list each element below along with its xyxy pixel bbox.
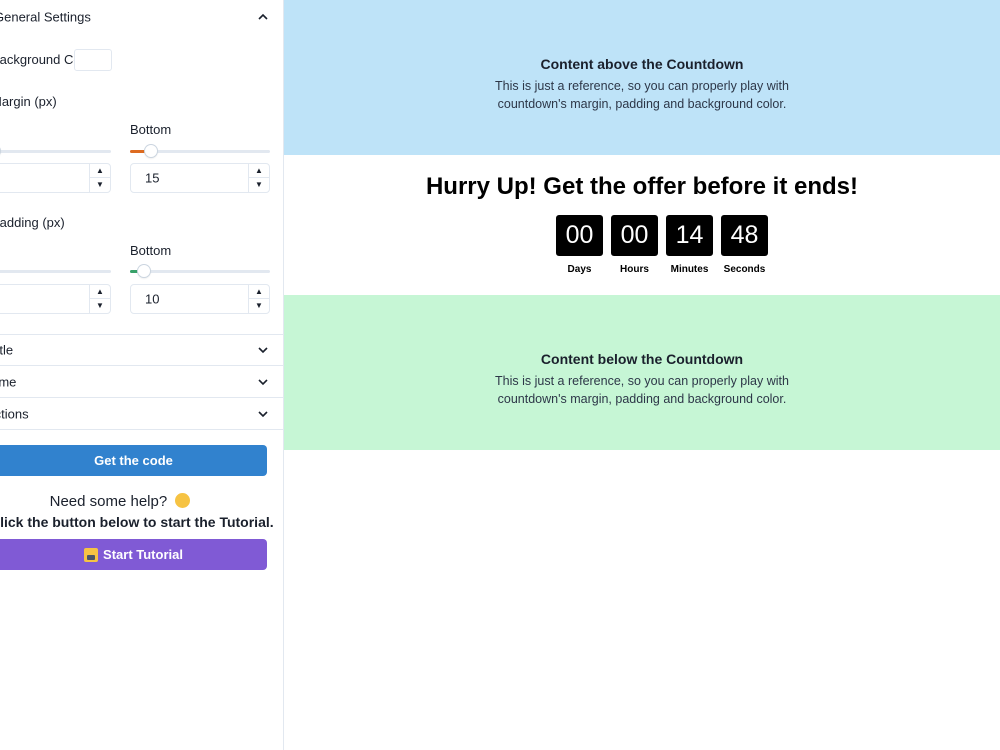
decrement-icon[interactable]: ▼ [90,299,110,313]
start-tutorial-button[interactable]: Start Tutorial [0,539,267,570]
teacher-icon [84,547,99,562]
accordion-general-settings-label: General Settings [0,9,91,25]
padding-top-input[interactable]: ▲ ▼ [0,284,111,314]
margin-bottom-slider[interactable] [130,145,270,157]
padding-bottom-stepper[interactable]: ▲ ▼ [248,285,269,313]
start-tutorial-button-label: Start Tutorial [103,547,183,562]
help-subtitle: Click the button below to start the Tuto… [0,514,274,530]
padding-bottom-label: Bottom [130,243,172,258]
accordion-time-label: Time [0,374,17,389]
increment-icon[interactable]: ▲ [90,285,110,299]
chevron-up-icon [258,13,268,20]
countdown-minutes: 14 Minutes [666,215,713,275]
countdown-minutes-label: Minutes [670,264,709,275]
accordion-general-settings[interactable]: General Settings [0,0,283,34]
margin-top-input[interactable]: ▲ ▼ [0,163,111,193]
padding-label: Padding (px) [0,215,65,230]
padding-top-stepper[interactable]: ▲ ▼ [89,285,110,313]
accordion-title[interactable]: Title [0,334,283,366]
countdown-headline: Hurry Up! Get the offer before it ends! [425,173,859,200]
countdown-seconds-value: 48 [721,215,768,256]
padding-bottom-slider[interactable] [130,265,270,277]
chevron-down-icon [258,410,268,417]
accordion-actions[interactable]: Actions [0,398,283,430]
margin-top-stepper[interactable]: ▲ ▼ [89,164,110,192]
countdown-days-label: Days [567,264,592,275]
margin-top-slider[interactable] [0,150,111,153]
chevron-down-icon [258,347,268,354]
margin-bottom-slider-thumb[interactable] [145,145,157,157]
settings-sidebar: General Settings Background Color Margin… [0,0,284,750]
margin-bottom-label: Bottom [130,122,172,137]
countdown-seconds-label: Seconds [723,264,766,275]
countdown-seconds: 48 Seconds [721,215,768,275]
thinking-face-icon [175,493,191,508]
decrement-icon[interactable]: ▼ [90,178,110,192]
content-below-line-2: countdown's margin, padding and backgrou… [497,392,787,406]
content-above-title: Content above the Countdown [540,56,744,72]
padding-bottom-input[interactable]: 10 ▲ ▼ [130,284,270,314]
content-below-text: This is just a reference, so you can pro… [284,372,1000,408]
countdown-minutes-value: 14 [666,215,713,256]
countdown-days-value: 00 [556,215,603,256]
increment-icon[interactable]: ▲ [249,164,269,178]
content-above-line-1: This is just a reference, so you can pro… [495,79,789,93]
countdown-hours-label: Hours [620,264,649,275]
countdown-preview: Content above the Countdown This is just… [284,0,1000,750]
get-code-button[interactable]: Get the code [0,445,267,476]
margin-bottom-input[interactable]: 15 ▲ ▼ [130,163,270,193]
chevron-down-icon [258,378,268,385]
get-code-button-label: Get the code [94,453,173,468]
countdown-hours: 00 Hours [611,215,658,275]
margin-bottom-stepper[interactable]: ▲ ▼ [248,164,269,192]
increment-icon[interactable]: ▲ [249,285,269,299]
decrement-icon[interactable]: ▼ [249,178,269,192]
margin-bottom-value[interactable]: 15 [145,171,159,186]
countdown-days: 00 Days [556,215,603,275]
content-below-title: Content below the Countdown [540,351,744,367]
accordion-actions-label: Actions [0,406,29,421]
content-above-block: Content above the Countdown This is just… [284,0,1000,155]
content-below-line-1: This is just a reference, so you can pro… [495,374,789,388]
content-above-text: This is just a reference, so you can pro… [284,77,1000,113]
padding-top-slider[interactable] [0,270,111,273]
help-title: Need some help? [0,493,240,510]
padding-bottom-slider-thumb[interactable] [138,265,150,277]
increment-icon[interactable]: ▲ [90,164,110,178]
decrement-icon[interactable]: ▼ [249,299,269,313]
help-title-text: Need some help? [49,493,168,510]
accordion-title-label: Title [0,342,14,358]
countdown-hours-value: 00 [611,215,658,256]
margin-label: Margin (px) [0,94,57,109]
background-color-swatch[interactable] [74,49,112,71]
padding-bottom-value[interactable]: 10 [145,292,159,307]
accordion-time[interactable]: Time [0,366,283,398]
content-above-line-2: countdown's margin, padding and backgrou… [497,97,787,111]
content-below-block: Content below the Countdown This is just… [284,295,1000,450]
